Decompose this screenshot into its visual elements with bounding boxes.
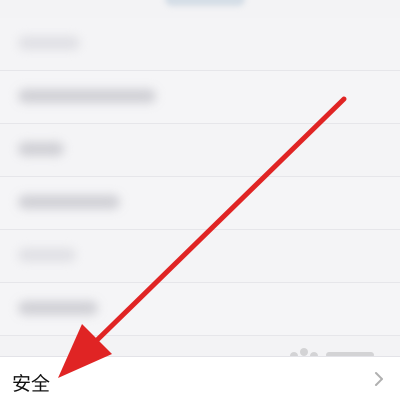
security-item[interactable]: 安全: [0, 356, 400, 400]
list-item[interactable]: [0, 283, 400, 336]
list-item[interactable]: [0, 71, 400, 124]
list-item[interactable]: [0, 124, 400, 177]
list-item[interactable]: [0, 230, 400, 283]
top-blurred-element: [165, 0, 245, 6]
blurred-label: [18, 89, 156, 103]
chevron-right-icon: [375, 372, 383, 386]
settings-screen: 安全: [0, 0, 400, 400]
blurred-label: [18, 195, 120, 209]
blurred-label: [18, 301, 98, 315]
blurred-label: [18, 142, 64, 156]
blurred-label: [18, 248, 76, 262]
list-item[interactable]: [0, 177, 400, 230]
settings-list: [0, 18, 400, 336]
list-item[interactable]: [0, 18, 400, 71]
blurred-label: [18, 36, 80, 50]
security-item-label: 安全: [12, 373, 51, 395]
